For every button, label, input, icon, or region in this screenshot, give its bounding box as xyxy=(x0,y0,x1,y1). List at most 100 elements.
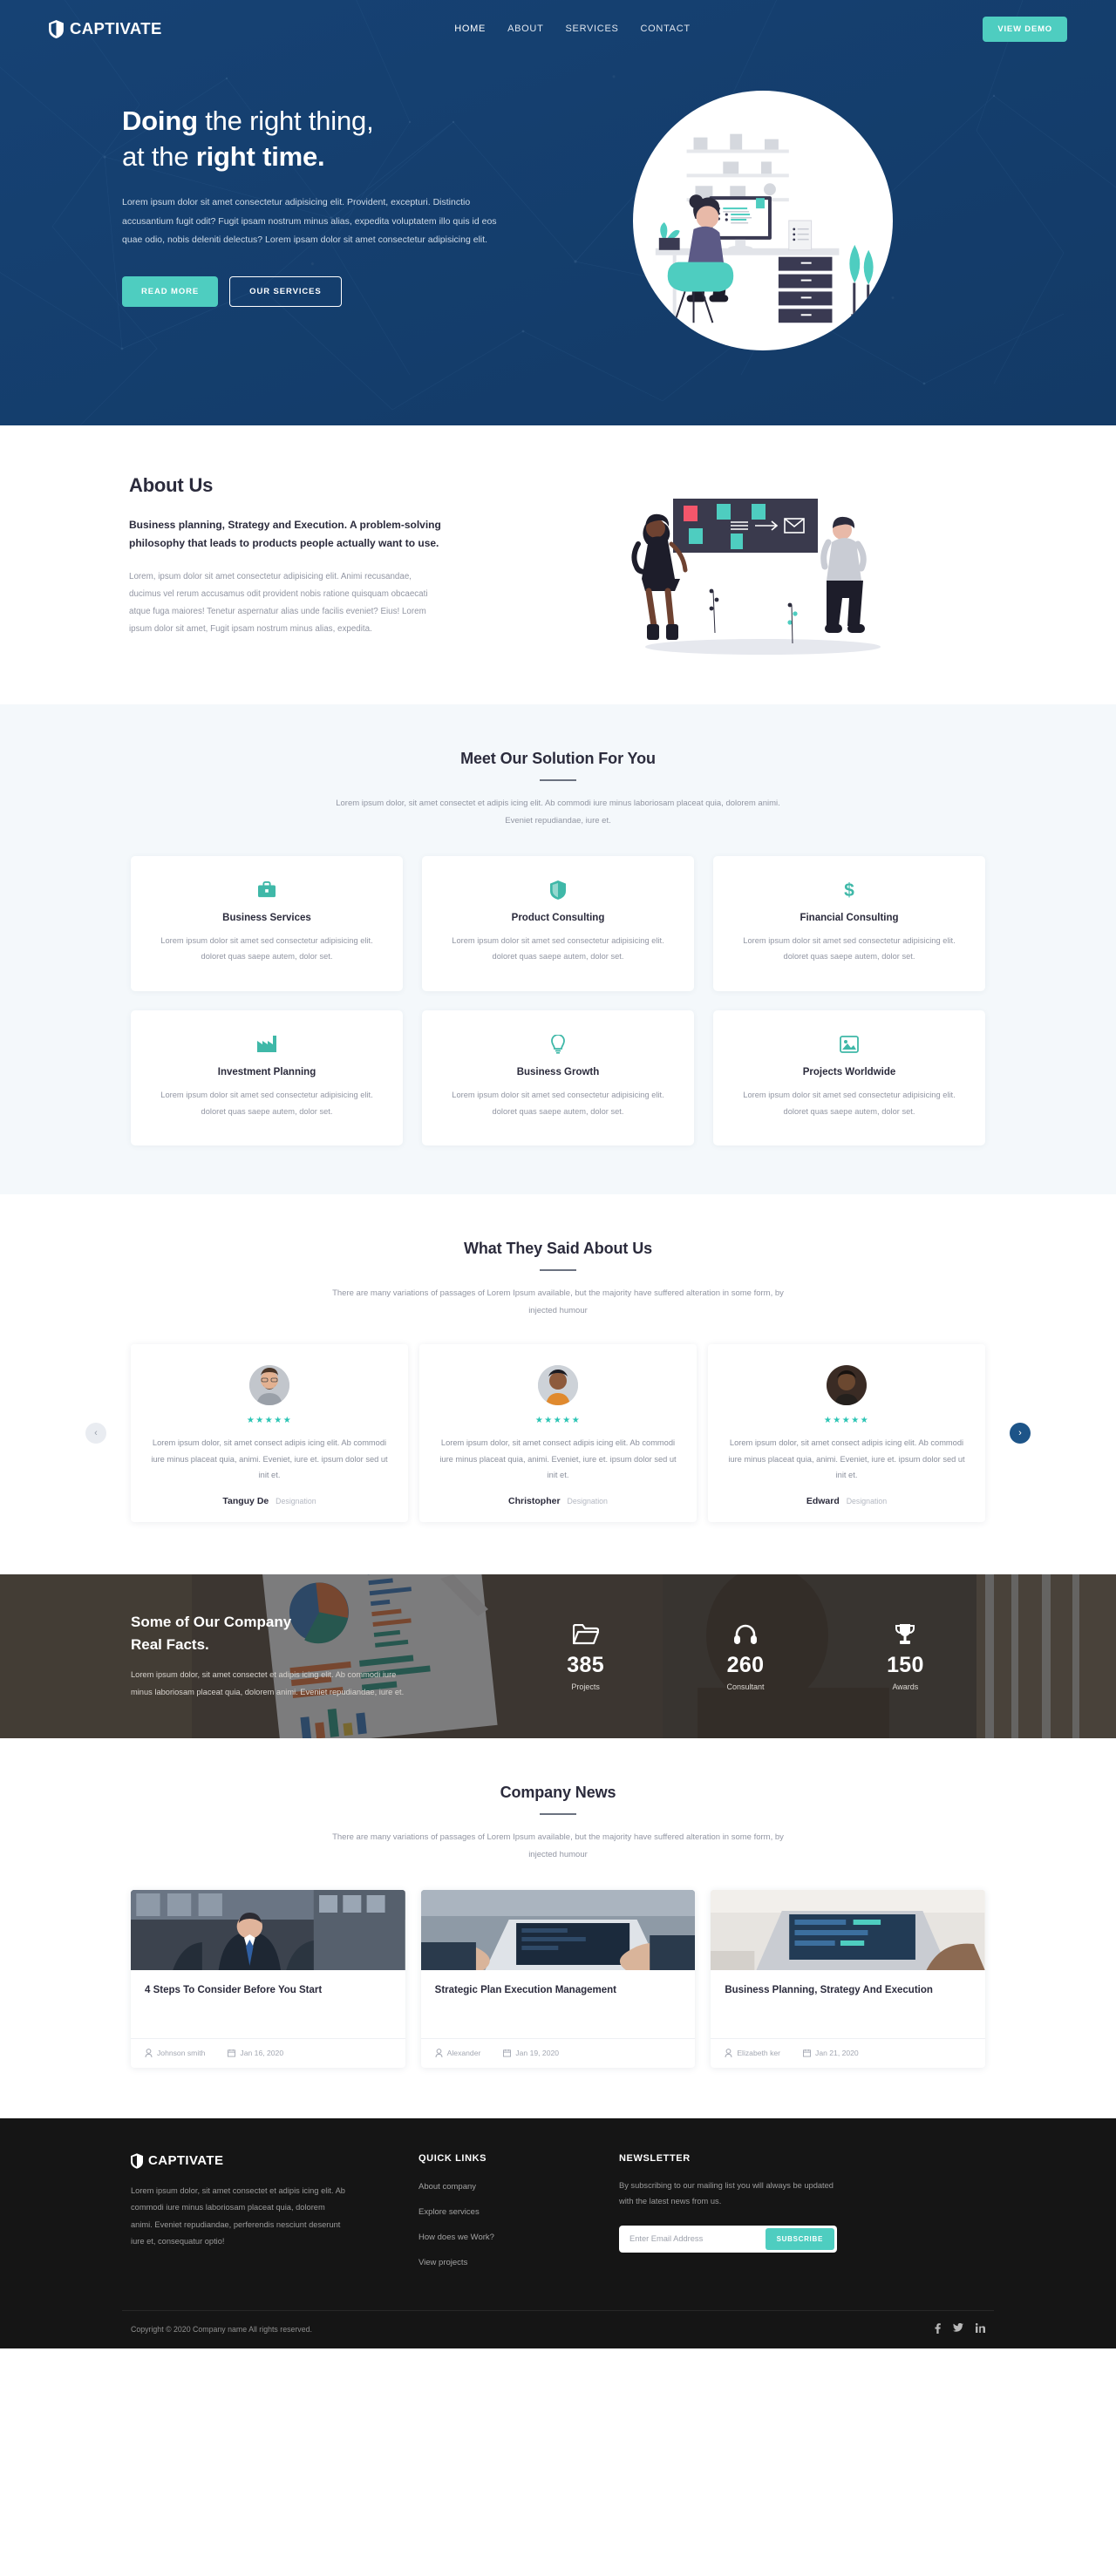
facts-copy: Some of Our Company Real Facts. Lorem ip… xyxy=(131,1611,506,1701)
linkedin-icon[interactable] xyxy=(975,2322,985,2336)
laptop-desk-photo xyxy=(711,1889,985,1970)
hero-paragraph: Lorem ipsum dolor sit amet consectetur a… xyxy=(122,197,497,246)
shield-icon xyxy=(49,19,64,38)
shield-icon xyxy=(131,2153,143,2169)
news-card-meta: Alexander Jan 19, 2020 xyxy=(420,2037,696,2057)
solution-card[interactable]: Business Services Lorem ipsum dolor sit … xyxy=(131,855,403,992)
testimonial-text: Lorem ipsum dolor, sit amet consect adip… xyxy=(439,1438,677,1480)
hero-copy: Doing the right thing, at the right time… xyxy=(122,58,532,350)
hands-on-laptop-photo xyxy=(420,1889,696,1970)
news-header: Company News There are many variations o… xyxy=(122,1784,994,1864)
news-author: Johnson smith xyxy=(145,2049,205,2057)
twitter-icon[interactable] xyxy=(953,2322,963,2336)
nav-links: HOME ABOUT SERVICES CONTACT xyxy=(454,24,691,34)
testimonials-container: What They Said About Us There are many v… xyxy=(85,1240,1031,1522)
footer-link-how-we-work[interactable]: How does we Work? xyxy=(418,2233,494,2242)
news-card-footer: Johnson smith Jan 16, 2020 xyxy=(131,2037,405,2068)
footer-newsletter-column: NEWSLETTER By subscribing to our mailing… xyxy=(619,2153,985,2279)
about-copy: About Us Business planning, Strategy and… xyxy=(122,474,497,638)
testimonial-card: ★★★★★ Lorem ipsum dolor, sit amet consec… xyxy=(131,1344,408,1522)
news-card-title: Business Planning, Strategy And Executio… xyxy=(725,1984,933,1995)
news-grid: 4 Steps To Consider Before You Start Joh… xyxy=(122,1889,994,2068)
stat-item: 385 Projects xyxy=(567,1621,604,1691)
facts-title-line1: Some of Our Company xyxy=(131,1614,292,1631)
nav-item-services[interactable]: SERVICES xyxy=(566,24,619,34)
footer-quick-links-title: QUICK LINKS xyxy=(418,2152,487,2164)
email-input[interactable] xyxy=(622,2228,766,2250)
stat-label: Awards xyxy=(892,1682,919,1691)
footer-link-view-projects[interactable]: View projects xyxy=(418,2258,467,2267)
stat-label: Projects xyxy=(571,1682,600,1691)
facebook-icon[interactable] xyxy=(935,2322,941,2336)
solution-card-text: Lorem ipsum dolor sit amet sed consectet… xyxy=(452,935,664,962)
news-card[interactable]: 4 Steps To Consider Before You Start Joh… xyxy=(131,1889,405,2068)
footer-bottom-bar: Copyright © 2020 Company name All rights… xyxy=(122,2309,994,2348)
news-card-title: 4 Steps To Consider Before You Start xyxy=(145,1984,323,1995)
news-card-title: Strategic Plan Execution Management xyxy=(434,1984,616,1995)
brand-logo[interactable]: CAPTIVATE xyxy=(49,19,162,38)
calendar-icon xyxy=(503,2049,512,2057)
solution-card[interactable]: Projects Worldwide Lorem ipsum dolor sit… xyxy=(713,1010,985,1146)
carousel-prev-button[interactable]: ‹ xyxy=(85,1423,106,1444)
svg-text:$: $ xyxy=(844,880,854,901)
news-subtitle: There are many variations of passages of… xyxy=(332,1832,784,1859)
solution-card-title: Product Consulting xyxy=(511,912,605,923)
news-container: Company News There are many variations o… xyxy=(122,1784,994,2068)
calendar-icon xyxy=(803,2049,812,2057)
subscribe-button[interactable]: SUBSCRIBE xyxy=(765,2227,834,2250)
lightbulb-icon xyxy=(441,1033,675,1056)
news-card-footer: Elizabeth ker Jan 21, 2020 xyxy=(711,2037,985,2068)
solutions-subtitle: Lorem ipsum dolor, sit amet consectet et… xyxy=(336,799,780,826)
news-card[interactable]: Business Planning, Strategy And Executio… xyxy=(711,1889,985,2068)
our-services-button[interactable]: OUR SERVICES xyxy=(229,275,342,307)
calendar-icon xyxy=(228,2049,236,2057)
news-card-meta: Johnson smith Jan 16, 2020 xyxy=(131,2037,405,2057)
testimonial-footer: Tanguy De Designation xyxy=(148,1496,391,1506)
solution-card[interactable]: Product Consulting Lorem ipsum dolor sit… xyxy=(422,855,694,992)
footer-brand-column: CAPTIVATE Lorem ipsum dolor, sit amet co… xyxy=(131,2153,392,2279)
news-card-footer: Alexander Jan 19, 2020 xyxy=(420,2037,696,2068)
facts-section: Some of Our Company Real Facts. Lorem ip… xyxy=(0,1573,1116,1738)
facts-paragraph: Lorem ipsum dolor, sit amet consectet et… xyxy=(131,1670,405,1696)
read-more-button[interactable]: READ MORE xyxy=(122,275,219,307)
stat-value: 150 xyxy=(887,1652,924,1677)
footer-link-explore-services[interactable]: Explore services xyxy=(418,2207,480,2217)
nav-item-about[interactable]: ABOUT xyxy=(507,24,543,34)
news-card-body: 4 Steps To Consider Before You Start xyxy=(131,1970,405,2027)
nav-item-home[interactable]: HOME xyxy=(454,24,486,34)
view-demo-button[interactable]: VIEW DEMO xyxy=(983,16,1067,42)
footer-link-about-company[interactable]: About company xyxy=(418,2182,476,2192)
site-footer: CAPTIVATE Lorem ipsum dolor, sit amet co… xyxy=(0,2117,1116,2348)
testimonial-role: Designation xyxy=(567,1496,608,1505)
news-section: Company News There are many variations o… xyxy=(0,1737,1116,2118)
facts-title-line2: Real Facts. xyxy=(131,1635,209,1653)
news-card[interactable]: Strategic Plan Execution Management Alex… xyxy=(420,1889,696,2068)
nav-item-contact[interactable]: CONTACT xyxy=(641,24,691,34)
carousel-next-button[interactable]: › xyxy=(1010,1423,1031,1444)
about-subheading: Business planning, Strategy and Executio… xyxy=(129,519,441,549)
folder-icon xyxy=(567,1621,604,1648)
solution-card[interactable]: Business Growth Lorem ipsum dolor sit am… xyxy=(422,1010,694,1146)
solution-card-title: Financial Consulting xyxy=(800,912,899,923)
testimonial-role: Designation xyxy=(846,1496,888,1505)
news-date-value: Jan 16, 2020 xyxy=(240,2048,284,2057)
solutions-section: Meet Our Solution For You Lorem ipsum do… xyxy=(0,704,1116,1195)
testimonial-footer: Christopher Designation xyxy=(437,1496,679,1506)
testimonial-card: ★★★★★ Lorem ipsum dolor, sit amet consec… xyxy=(708,1344,985,1522)
news-title: Company News xyxy=(500,1783,616,1801)
testimonial-text: Lorem ipsum dolor, sit amet consect adip… xyxy=(151,1438,388,1480)
solutions-container: Meet Our Solution For You Lorem ipsum do… xyxy=(122,750,994,1146)
two-people-whiteboard-illustration xyxy=(631,499,881,655)
solution-card[interactable]: Investment Planning Lorem ipsum dolor si… xyxy=(131,1010,403,1146)
solution-card[interactable]: $ Financial Consulting Lorem ipsum dolor… xyxy=(713,855,985,992)
social-links xyxy=(935,2322,985,2336)
brand-name: CAPTIVATE xyxy=(70,19,162,37)
hero-section: CAPTIVATE HOME ABOUT SERVICES CONTACT VI… xyxy=(0,0,1116,425)
footer-quick-links-column: QUICK LINKS About company Explore servic… xyxy=(418,2153,593,2279)
woman-at-desk-illustration xyxy=(633,91,893,350)
stat-item: 150 Awards xyxy=(887,1621,924,1691)
hero-title-bold-1: Doing xyxy=(122,105,198,136)
dollar-icon: $ xyxy=(732,879,966,901)
solution-card-title: Projects Worldwide xyxy=(802,1067,896,1078)
footer-logo[interactable]: CAPTIVATE xyxy=(131,2153,392,2169)
